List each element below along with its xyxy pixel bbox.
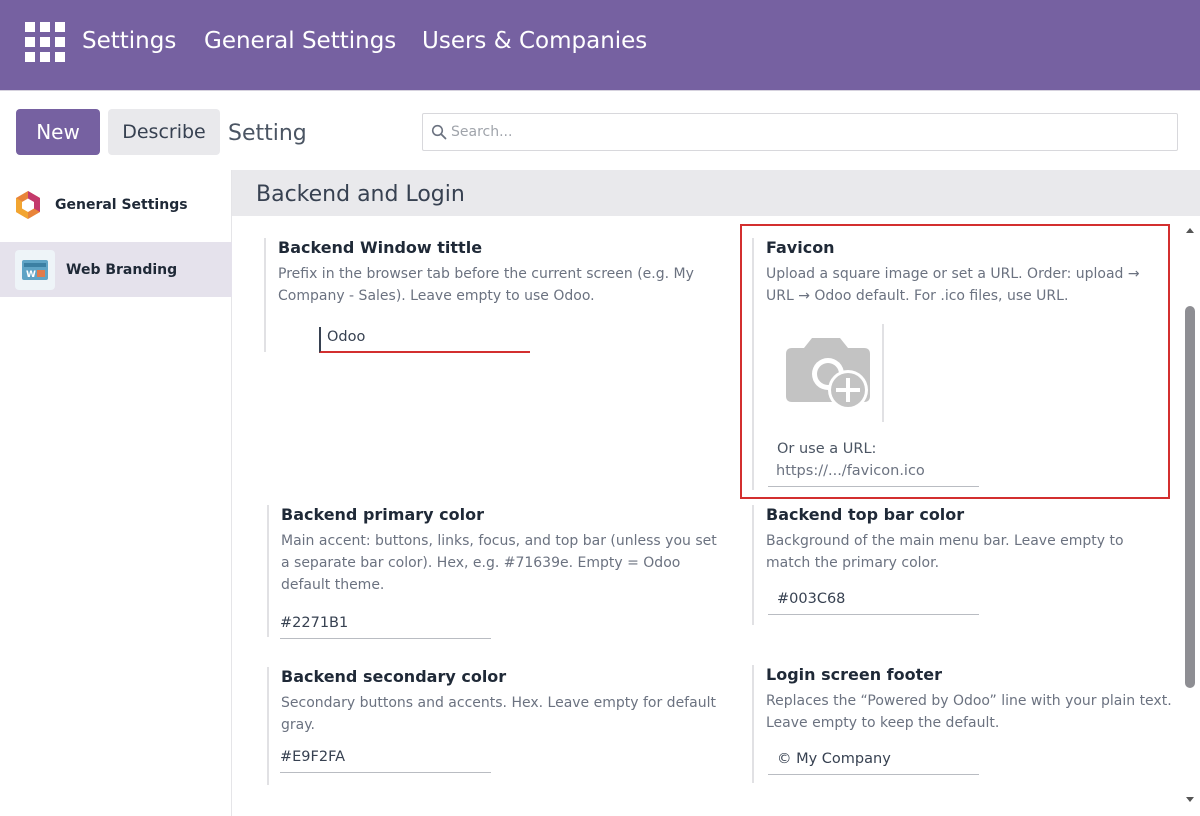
favicon-url-input[interactable]: https://.../favicon.ico: [768, 461, 979, 487]
secondary-color-input[interactable]: #E9F2FA: [280, 747, 491, 773]
setting-help: Upload a square image or set a URL. Orde…: [766, 266, 1140, 304]
breadcrumb: Setting: [228, 121, 307, 146]
search-bar[interactable]: [422, 113, 1178, 151]
scrollbar-thumb[interactable]: [1185, 306, 1195, 688]
top-navbar: Settings General Settings Users & Compan…: [0, 0, 1200, 90]
search-icon: [431, 124, 447, 140]
nav-general-settings[interactable]: General Settings: [204, 28, 396, 54]
scroll-up-arrow-icon[interactable]: [1186, 228, 1194, 233]
setting-title: Backend primary color: [281, 505, 484, 524]
search-input[interactable]: [451, 124, 1151, 140]
setting-title: Backend secondary color: [281, 667, 507, 686]
favicon-upload[interactable]: [778, 324, 884, 422]
web-branding-icon: W: [15, 249, 55, 290]
new-button[interactable]: New: [16, 109, 100, 155]
settings-sidebar: General Settings W Web Branding: [0, 170, 232, 816]
favicon-url-label: Or use a URL:: [777, 441, 877, 457]
setting-title: Login screen footer: [766, 665, 942, 684]
login-footer-input[interactable]: © My Company: [768, 749, 979, 775]
sidebar-item-label: Web Branding: [66, 261, 178, 278]
scroll-down-arrow-icon[interactable]: [1186, 797, 1194, 802]
sidebar-item-label: General Settings: [55, 197, 188, 213]
sidebar-item-general-settings[interactable]: General Settings: [0, 170, 232, 240]
svg-text:W: W: [26, 270, 36, 280]
nav-settings[interactable]: Settings: [82, 28, 176, 54]
setting-title: Backend top bar color: [766, 505, 965, 524]
setting-help: Prefix in the browser tab before the cur…: [278, 266, 694, 304]
setting-help: Background of the main menu bar. Leave e…: [766, 533, 1124, 571]
setting-help: Main accent: buttons, links, focus, and …: [281, 533, 717, 593]
section-title: Backend and Login: [256, 182, 465, 207]
primary-color-input[interactable]: #2271B1: [280, 613, 491, 639]
control-panel: New Describe Setting: [0, 90, 1200, 170]
sidebar-item-web-branding[interactable]: W Web Branding: [0, 242, 232, 297]
window-title-input[interactable]: Odoo: [319, 327, 530, 353]
setting-help: Secondary buttons and accents. Hex. Leav…: [281, 695, 716, 733]
camera-add-icon: [786, 338, 870, 410]
nav-users-companies[interactable]: Users & Companies: [422, 28, 647, 54]
odoo-logo-icon: [16, 191, 40, 219]
setting-help: Replaces the “Powered by Odoo” line with…: [766, 693, 1172, 731]
describe-button[interactable]: Describe: [108, 109, 220, 155]
top-bar-color-input[interactable]: #003C68: [768, 589, 979, 615]
setting-title: Backend Window tittle: [278, 238, 483, 257]
apps-menu-icon[interactable]: [25, 22, 67, 62]
section-header: Backend and Login: [232, 170, 1200, 216]
setting-title: Favicon: [766, 238, 835, 257]
